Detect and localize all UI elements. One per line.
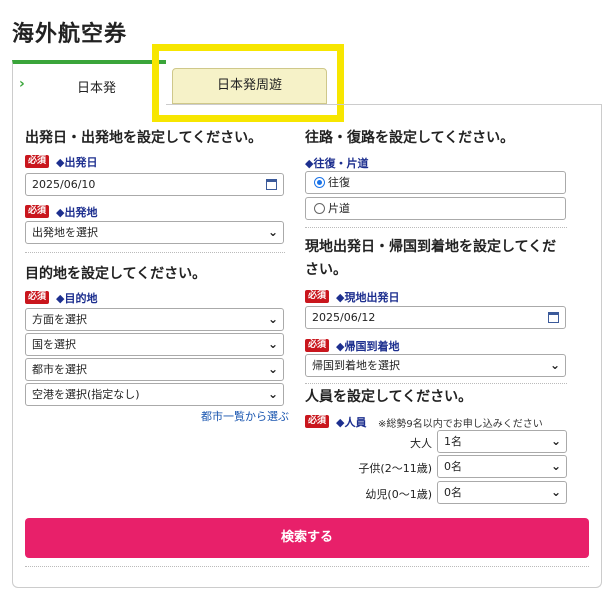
calendar-icon[interactable] bbox=[548, 312, 559, 323]
tab-japan-departure[interactable]: › 日本発 bbox=[12, 60, 166, 106]
section-heading-local-departure-cont: さい。 bbox=[305, 262, 347, 278]
required-badge: 必須 bbox=[305, 415, 329, 428]
section-heading-departure: 出発日・出発地を設定してください。 bbox=[25, 130, 263, 146]
infant-select[interactable]: 0名 ⌄ bbox=[437, 481, 567, 504]
city-value: 都市を選択 bbox=[32, 363, 87, 376]
chevron-right-icon: › bbox=[19, 76, 25, 92]
direction-value: 方面を選択 bbox=[32, 313, 87, 326]
divider bbox=[25, 252, 285, 253]
return-arrival-label: ◆帰国到着地 bbox=[336, 340, 400, 353]
tab-label: 日本発 bbox=[77, 81, 117, 96]
local-departure-input[interactable]: 2025/06/12 bbox=[305, 306, 566, 329]
chevron-down-icon: ⌄ bbox=[550, 485, 561, 499]
radio-selected-icon[interactable] bbox=[314, 177, 325, 188]
local-departure-label: ◆現地出発日 bbox=[336, 291, 400, 304]
departure-date-label: ◆出発日 bbox=[56, 156, 98, 169]
city-select[interactable]: 都市を選択 ⌄ bbox=[25, 358, 284, 381]
trip-oneway-label: 片道 bbox=[328, 202, 350, 215]
trip-type-label: ◆往復・片道 bbox=[305, 157, 369, 170]
chevron-down-icon: ⌄ bbox=[267, 387, 278, 401]
child-label: 子供(2〜11歳) bbox=[358, 462, 432, 475]
section-heading-trip-type: 往路・復路を設定してください。 bbox=[305, 130, 515, 146]
trip-round-option[interactable]: 往復 bbox=[305, 171, 566, 194]
adult-label: 大人 bbox=[410, 437, 432, 450]
required-badge: 必須 bbox=[305, 290, 329, 303]
chevron-down-icon: ⌄ bbox=[267, 312, 278, 326]
divider bbox=[305, 383, 567, 384]
child-value: 0名 bbox=[444, 460, 462, 473]
city-list-link[interactable]: 都市一覧から選ぶ bbox=[201, 408, 289, 424]
departure-place-value: 出発地を選択 bbox=[32, 226, 98, 239]
airport-select[interactable]: 空港を選択(指定なし) ⌄ bbox=[25, 383, 284, 406]
divider bbox=[305, 227, 567, 228]
passengers-note: ※総勢9名以内でお申し込みください bbox=[378, 419, 543, 430]
return-arrival-select[interactable]: 帰国到着地を選択 ⌄ bbox=[305, 354, 566, 377]
infant-label: 幼児(0〜1歳) bbox=[365, 488, 432, 501]
divider bbox=[25, 566, 589, 567]
section-heading-passengers: 人員を設定してください。 bbox=[305, 389, 473, 405]
chevron-down-icon: ⌄ bbox=[267, 337, 278, 351]
chevron-down-icon: ⌄ bbox=[550, 434, 561, 448]
adult-value: 1名 bbox=[444, 435, 462, 448]
section-heading-local-departure: 現地出発日・帰国到着地を設定してくだ bbox=[305, 239, 557, 255]
chevron-down-icon: ⌄ bbox=[267, 225, 278, 239]
adult-select[interactable]: 1名 ⌄ bbox=[437, 430, 567, 453]
calendar-icon[interactable] bbox=[266, 179, 277, 190]
child-select[interactable]: 0名 ⌄ bbox=[437, 455, 567, 478]
required-badge: 必須 bbox=[25, 155, 49, 168]
trip-round-label: 往復 bbox=[328, 176, 350, 189]
chevron-down-icon: ⌄ bbox=[549, 358, 560, 372]
return-arrival-value: 帰国到着地を選択 bbox=[312, 359, 400, 372]
chevron-down-icon: ⌄ bbox=[550, 459, 561, 473]
passengers-label: ◆人員 bbox=[336, 416, 367, 429]
page-title: 海外航空券 bbox=[12, 22, 128, 47]
search-button[interactable]: 検索する bbox=[25, 518, 589, 558]
departure-place-label: ◆出発地 bbox=[56, 206, 98, 219]
trip-oneway-option[interactable]: 片道 bbox=[305, 197, 566, 220]
required-badge: 必須 bbox=[305, 339, 329, 352]
airport-value: 空港を選択(指定なし) bbox=[32, 388, 140, 401]
country-value: 国を選択 bbox=[32, 338, 76, 351]
direction-select[interactable]: 方面を選択 ⌄ bbox=[25, 308, 284, 331]
departure-place-select[interactable]: 出発地を選択 ⌄ bbox=[25, 221, 284, 244]
radio-icon[interactable] bbox=[314, 203, 325, 214]
country-select[interactable]: 国を選択 ⌄ bbox=[25, 333, 284, 356]
infant-value: 0名 bbox=[444, 486, 462, 499]
section-heading-destination: 目的地を設定してください。 bbox=[25, 266, 207, 282]
required-badge: 必須 bbox=[25, 291, 49, 304]
departure-date-value: 2025/06/10 bbox=[32, 178, 96, 191]
destination-label: ◆目的地 bbox=[56, 292, 98, 305]
required-badge: 必須 bbox=[25, 205, 49, 218]
departure-date-input[interactable]: 2025/06/10 bbox=[25, 173, 284, 196]
local-departure-value: 2025/06/12 bbox=[312, 311, 376, 324]
chevron-down-icon: ⌄ bbox=[267, 362, 278, 376]
